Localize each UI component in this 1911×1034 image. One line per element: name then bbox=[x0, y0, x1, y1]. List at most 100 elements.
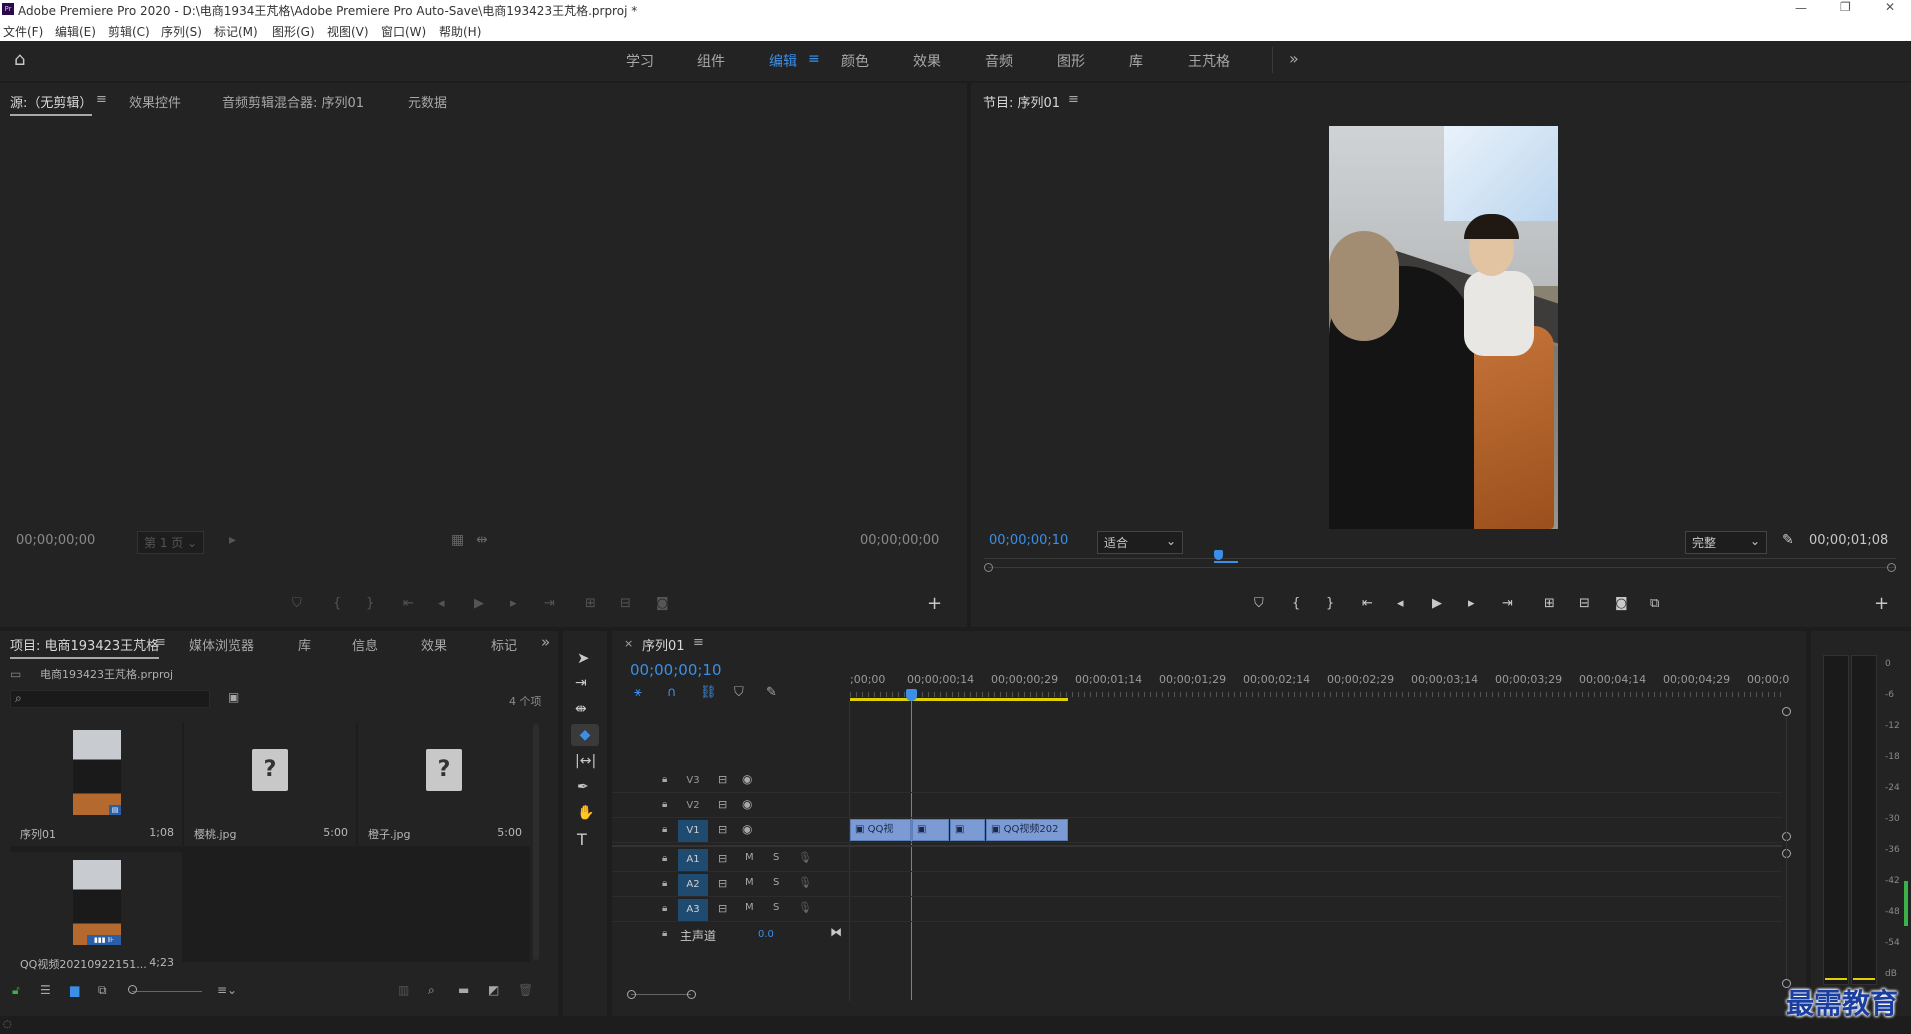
tab-markers[interactable]: 标记 bbox=[491, 635, 517, 654]
panel-menu-icon[interactable]: ≡ bbox=[96, 92, 107, 107]
razor-tool-icon[interactable]: ◆ bbox=[571, 724, 599, 746]
ws-graphics[interactable]: 图形 bbox=[1057, 51, 1085, 71]
timeline-close-icon[interactable]: × bbox=[624, 637, 633, 650]
project-item-sequence[interactable]: ▤ 序列01 1;08 bbox=[10, 722, 182, 846]
lock-icon[interactable]: 🔒︎ bbox=[662, 853, 667, 864]
freeform-view-icon[interactable]: ⧉ bbox=[98, 983, 107, 998]
new-item-icon[interactable]: ◩ bbox=[488, 983, 499, 997]
source-timecode-left[interactable]: 00;00;00;00 bbox=[16, 533, 95, 548]
step-forward-icon[interactable]: ▸ bbox=[510, 596, 517, 611]
add-marker-icon[interactable]: ⛉ bbox=[734, 685, 744, 700]
h-zoom-bar[interactable] bbox=[627, 990, 697, 1000]
mute-button[interactable]: M bbox=[745, 902, 754, 913]
tab-effect-controls[interactable]: 效果控件 bbox=[129, 92, 181, 111]
minimize-icon[interactable]: — bbox=[1795, 1, 1807, 15]
mark-in-icon[interactable]: { bbox=[333, 596, 341, 611]
marker-icon[interactable]: ⛉ bbox=[292, 596, 302, 611]
lock-icon[interactable]: 🔒︎ bbox=[662, 903, 667, 914]
tab-audio-clip-mixer[interactable]: 音频剪辑混合器: 序列01 bbox=[222, 92, 364, 111]
eye-icon[interactable]: ◉ bbox=[742, 797, 752, 811]
menu-window[interactable]: 窗口(W) bbox=[381, 23, 426, 40]
solo-button[interactable]: S bbox=[773, 852, 779, 863]
ws-editing[interactable]: 编辑 bbox=[769, 51, 797, 71]
solo-button[interactable]: S bbox=[773, 902, 779, 913]
lock-icon[interactable]: 🔒︎ bbox=[662, 824, 667, 835]
project-item-orange[interactable]: ? 橙子.jpg 5:00 bbox=[358, 722, 530, 846]
ws-learn[interactable]: 学习 bbox=[626, 51, 654, 71]
sort-icon[interactable]: ≡⌄ bbox=[217, 983, 237, 997]
track-select-tool-icon[interactable]: ⇥ bbox=[575, 675, 587, 691]
selection-tool-icon[interactable]: ➤ bbox=[577, 649, 590, 667]
work-area-bar[interactable] bbox=[850, 698, 1068, 701]
hand-tool-icon[interactable]: ✋ bbox=[577, 805, 594, 821]
lock-icon[interactable]: 🔒︎ bbox=[662, 774, 667, 785]
nest-icon[interactable]: ⚹ bbox=[634, 685, 642, 700]
program-go-to-in-icon[interactable]: ⇤ bbox=[1362, 596, 1373, 611]
tab-program[interactable]: 节目: 序列01 bbox=[983, 92, 1060, 111]
lift-icon[interactable]: ⊞ bbox=[1544, 596, 1555, 611]
eye-icon[interactable]: ◉ bbox=[742, 772, 752, 786]
tab-libraries[interactable]: 库 bbox=[298, 635, 311, 654]
ws-assembly[interactable]: 组件 bbox=[697, 51, 725, 71]
solo-button[interactable]: S bbox=[773, 877, 779, 888]
ws-menu-icon[interactable]: ≡ bbox=[808, 51, 820, 67]
menu-graphics[interactable]: 图形(G) bbox=[272, 23, 315, 40]
timeline-timecode[interactable]: 00;00;00;10 bbox=[630, 661, 722, 679]
play-icon[interactable]: ▶ bbox=[474, 596, 484, 611]
chevron-right-icon[interactable]: » bbox=[1289, 49, 1299, 68]
track-label[interactable]: A3 bbox=[678, 899, 708, 921]
step-back-icon[interactable]: ◂ bbox=[438, 596, 445, 611]
ws-color[interactable]: 颜色 bbox=[841, 51, 869, 71]
program-marker-icon[interactable]: ⛉ bbox=[1254, 596, 1264, 611]
playhead-marker-icon[interactable] bbox=[1214, 550, 1223, 560]
project-item-qq-video[interactable]: ▮▮▮ ⊪ QQ视频20210922151... 4;23 bbox=[10, 852, 182, 976]
program-go-to-out-icon[interactable]: ⇥ bbox=[1502, 596, 1513, 611]
menu-help[interactable]: 帮助(H) bbox=[439, 23, 481, 40]
track-label[interactable]: A1 bbox=[678, 849, 708, 871]
ws-custom[interactable]: 王芃格 bbox=[1188, 51, 1230, 71]
tab-metadata[interactable]: 元数据 bbox=[408, 92, 447, 111]
zoom-slider[interactable] bbox=[132, 991, 202, 992]
menu-view[interactable]: 视图(V) bbox=[327, 23, 369, 40]
program-step-forward-icon[interactable]: ▸ bbox=[1468, 596, 1475, 611]
track-label[interactable]: V2 bbox=[678, 795, 708, 817]
h-zoom-handle-left[interactable] bbox=[627, 990, 636, 999]
list-view-icon[interactable]: ☰ bbox=[40, 983, 51, 997]
wrench-icon[interactable]: ✎ bbox=[1782, 533, 1794, 547]
timeline-menu-icon[interactable]: ≡ bbox=[693, 635, 704, 650]
project-search-input[interactable]: ⌕ bbox=[10, 690, 210, 708]
fit-arrows-icon[interactable]: ⇹ bbox=[476, 533, 488, 547]
sync-lock-icon[interactable]: ⊟ bbox=[718, 823, 727, 836]
track-label[interactable]: V3 bbox=[678, 770, 708, 792]
mic-icon[interactable]: 🎙︎ bbox=[798, 851, 812, 864]
source-page-select[interactable]: 第 1 页 ⌄ bbox=[137, 531, 205, 554]
scroll-handle-left[interactable] bbox=[984, 563, 993, 572]
track-label[interactable]: A2 bbox=[678, 874, 708, 896]
menu-edit[interactable]: 编辑(E) bbox=[55, 23, 96, 40]
ws-effects[interactable]: 效果 bbox=[913, 51, 941, 71]
eye-icon[interactable]: ◉ bbox=[742, 822, 752, 836]
overwrite-icon[interactable]: ⊟ bbox=[620, 596, 631, 611]
sync-lock-icon[interactable]: ⊟ bbox=[718, 877, 727, 890]
slip-tool-icon[interactable]: |↔| bbox=[575, 753, 596, 769]
project-more-icon[interactable]: » bbox=[541, 633, 550, 651]
sync-lock-icon[interactable]: ⊟ bbox=[718, 902, 727, 915]
go-to-end-icon[interactable]: ⧓ bbox=[830, 925, 842, 939]
new-bin-from-search-icon[interactable]: ▣ bbox=[228, 690, 239, 704]
program-mark-out-icon[interactable]: } bbox=[1326, 596, 1334, 611]
time-ruler[interactable]: ;00;00 00;00;00;14 00;00;00;29 00;00;01;… bbox=[850, 673, 1790, 701]
tab-source[interactable]: 源:（无剪辑） bbox=[10, 92, 93, 116]
home-icon[interactable]: ⌂ bbox=[14, 49, 25, 70]
menu-marker[interactable]: 标记(M) bbox=[214, 23, 258, 40]
video-clip[interactable]: ▣ QQ视 bbox=[850, 819, 911, 841]
ws-audio[interactable]: 音频 bbox=[985, 51, 1013, 71]
export-frame-icon[interactable]: ◙ bbox=[1615, 596, 1628, 611]
sync-lock-icon[interactable]: ⊟ bbox=[718, 852, 727, 865]
mic-icon[interactable]: 🎙︎ bbox=[798, 876, 812, 889]
project-scrollbar[interactable] bbox=[533, 724, 539, 960]
h-zoom-handle-right[interactable] bbox=[687, 990, 696, 999]
find-icon[interactable]: ⌕ bbox=[428, 983, 435, 998]
type-tool-icon[interactable]: T bbox=[577, 830, 587, 849]
close-icon[interactable]: ✕ bbox=[1885, 0, 1895, 14]
menu-file[interactable]: 文件(F) bbox=[3, 23, 43, 40]
